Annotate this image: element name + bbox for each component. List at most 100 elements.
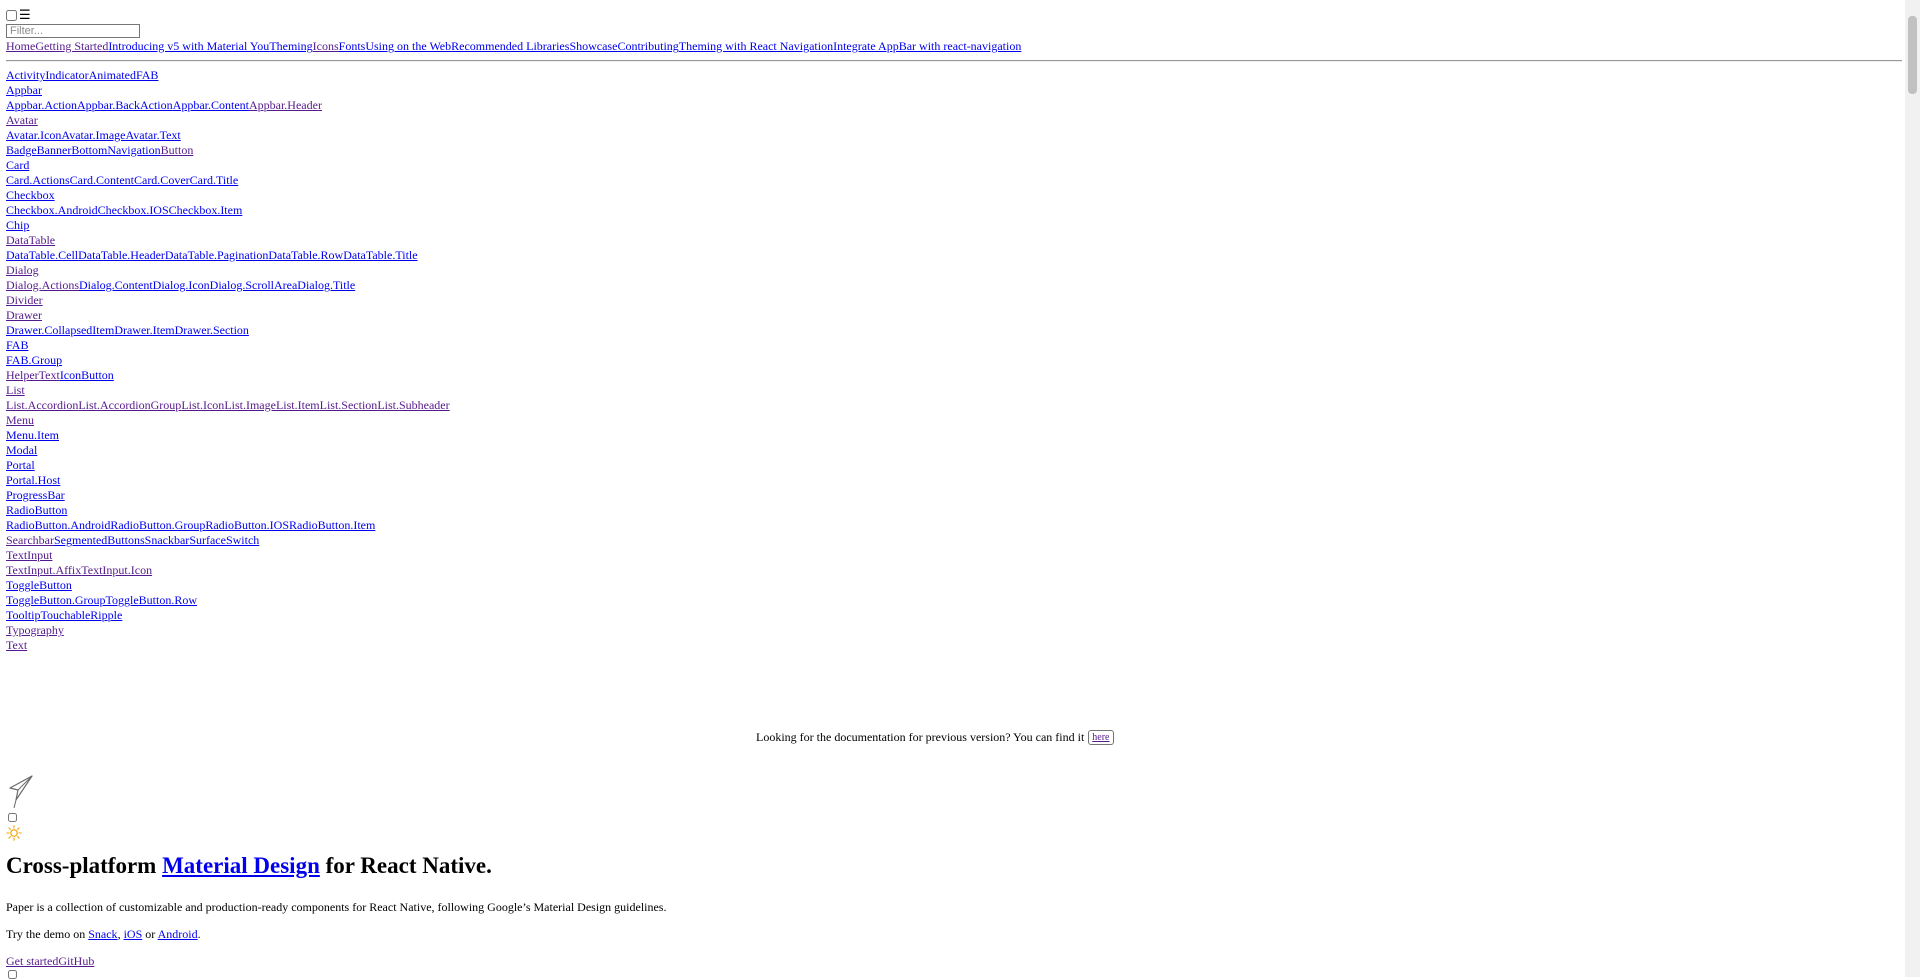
sidebar-item-appbar[interactable]: Appbar: [6, 83, 42, 97]
ios-link[interactable]: iOS: [124, 927, 143, 941]
nav-link-fonts[interactable]: Fonts: [339, 39, 366, 53]
sidebar-item-card-cover[interactable]: Card.Cover: [134, 173, 190, 187]
sidebar-item-card-actions[interactable]: Card.Actions: [6, 173, 70, 187]
nav-link-using-on-the-web[interactable]: Using on the Web: [365, 39, 451, 53]
sidebar-item-togglebutton-row[interactable]: ToggleButton.Row: [106, 593, 198, 607]
nav-link-icons[interactable]: Icons: [313, 39, 339, 53]
get-started-link[interactable]: Get started: [6, 954, 58, 968]
github-link[interactable]: GitHub: [58, 954, 94, 968]
sidebar-item-portal[interactable]: Portal: [6, 458, 35, 472]
sidebar-item-list-subheader[interactable]: List.Subheader: [377, 398, 449, 412]
sidebar-item-checkbox-ios[interactable]: Checkbox.IOS: [98, 203, 169, 217]
sidebar-item-helpertext[interactable]: HelperText: [6, 368, 60, 382]
sidebar-item-dialog-scrollarea[interactable]: Dialog.ScrollArea: [210, 278, 298, 292]
sidebar-item-appbar-backaction[interactable]: Appbar.BackAction: [77, 98, 173, 112]
sidebar-item-menu[interactable]: Menu: [6, 413, 34, 427]
sidebar-item-dialog-content[interactable]: Dialog.Content: [79, 278, 153, 292]
sidebar-item-checkbox-item[interactable]: Checkbox.Item: [169, 203, 243, 217]
sidebar-item-bottomnavigation[interactable]: BottomNavigation: [71, 143, 160, 157]
previous-version-here-button[interactable]: here: [1088, 730, 1114, 745]
sidebar-item-list-section[interactable]: List.Section: [320, 398, 378, 412]
sidebar-item-dialog-title[interactable]: Dialog.Title: [297, 278, 355, 292]
theme-toggle-checkbox[interactable]: [8, 813, 17, 822]
android-link[interactable]: Android: [158, 927, 198, 941]
sidebar-item-datatable-row[interactable]: DataTable.Row: [268, 248, 343, 262]
sidebar-item-drawer-collapseditem[interactable]: Drawer.CollapsedItem: [6, 323, 114, 337]
sidebar-item-dialog[interactable]: Dialog: [6, 263, 39, 277]
sidebar-item-radiobutton-group[interactable]: RadioButton.Group: [110, 518, 205, 532]
sidebar-item-card[interactable]: Card: [6, 158, 29, 172]
sidebar-item-list[interactable]: List: [6, 383, 25, 397]
sidebar-item-list-icon[interactable]: List.Icon: [181, 398, 224, 412]
sidebar-item-textinput[interactable]: TextInput: [6, 548, 52, 562]
sidebar-item-dialog-icon[interactable]: Dialog.Icon: [153, 278, 210, 292]
sidebar-item-segmentedbuttons[interactable]: SegmentedButtons: [54, 533, 145, 547]
sidebar-item-textinput-icon[interactable]: TextInput.Icon: [81, 563, 152, 577]
sidebar-item-togglebutton-group[interactable]: ToggleButton.Group: [6, 593, 106, 607]
sidebar-item-text[interactable]: Text: [6, 638, 27, 652]
sidebar-item-progressbar[interactable]: ProgressBar: [6, 488, 65, 502]
material-design-link[interactable]: Material Design: [162, 853, 320, 878]
sidebar-item-radiobutton-ios[interactable]: RadioButton.IOS: [205, 518, 289, 532]
nav-link-recommended-libraries[interactable]: Recommended Libraries: [451, 39, 569, 53]
sun-icon[interactable]: [6, 825, 22, 841]
sidebar-item-avatar[interactable]: Avatar: [6, 113, 38, 127]
nav-link-theming[interactable]: Theming: [269, 39, 312, 53]
nav-link-showcase[interactable]: Showcase: [569, 39, 617, 53]
sidebar-item-button[interactable]: Button: [161, 143, 194, 157]
nav-link-getting-started[interactable]: Getting Started: [35, 39, 108, 53]
sidebar-item-menu-item[interactable]: Menu.Item: [6, 428, 59, 442]
sidebar-item-tooltip[interactable]: Tooltip: [6, 608, 41, 622]
sidebar-item-chip[interactable]: Chip: [6, 218, 29, 232]
sidebar-item-appbar-action[interactable]: Appbar.Action: [6, 98, 77, 112]
menu-toggle-checkbox[interactable]: [6, 9, 17, 21]
sidebar-item-checkbox-android[interactable]: Checkbox.Android: [6, 203, 98, 217]
sidebar-item-typography[interactable]: Typography: [6, 623, 64, 637]
sidebar-item-surface[interactable]: Surface: [189, 533, 226, 547]
menu-icon[interactable]: ☰: [19, 9, 31, 22]
sidebar-item-dialog-actions[interactable]: Dialog.Actions: [6, 278, 79, 292]
sidebar-item-list-accordion[interactable]: List.Accordion: [6, 398, 78, 412]
sidebar-item-drawer-item[interactable]: Drawer.Item: [114, 323, 174, 337]
sidebar-item-checkbox[interactable]: Checkbox: [6, 188, 55, 202]
sidebar-item-textinput-affix[interactable]: TextInput.Affix: [6, 563, 81, 577]
sidebar-item-avatar-icon[interactable]: Avatar.Icon: [6, 128, 61, 142]
sidebar-item-animatedfab[interactable]: AnimatedFAB: [89, 68, 159, 82]
sidebar-item-fab[interactable]: FAB: [6, 338, 28, 352]
sidebar-item-card-title[interactable]: Card.Title: [190, 173, 239, 187]
sidebar-item-activityindicator[interactable]: ActivityIndicator: [6, 68, 89, 82]
sidebar-item-switch[interactable]: Switch: [226, 533, 259, 547]
scrollbar-thumb[interactable]: [1908, 16, 1917, 94]
sidebar-item-banner[interactable]: Banner: [37, 143, 72, 157]
sidebar-item-list-item[interactable]: List.Item: [276, 398, 320, 412]
sidebar-item-portal-host[interactable]: Portal.Host: [6, 473, 60, 487]
sidebar-item-badge[interactable]: Badge: [6, 143, 37, 157]
sidebar-item-list-image[interactable]: List.Image: [224, 398, 276, 412]
sidebar-item-datatable-cell[interactable]: DataTable.Cell: [6, 248, 78, 262]
sidebar-item-fab-group[interactable]: FAB.Group: [6, 353, 62, 367]
bottom-checkbox[interactable]: [8, 970, 17, 979]
sidebar-item-appbar-header[interactable]: Appbar.Header: [249, 98, 322, 112]
sidebar-item-radiobutton[interactable]: RadioButton: [6, 503, 67, 517]
nav-link-integrate-appbar-with-react-navigation[interactable]: Integrate AppBar with react-navigation: [833, 39, 1021, 53]
sidebar-item-togglebutton[interactable]: ToggleButton: [6, 578, 72, 592]
nav-link-theming-with-react-navigation[interactable]: Theming with React Navigation: [679, 39, 833, 53]
sidebar-item-drawer-section[interactable]: Drawer.Section: [175, 323, 249, 337]
sidebar-item-datatable[interactable]: DataTable: [6, 233, 55, 247]
sidebar-item-avatar-image[interactable]: Avatar.Image: [61, 128, 125, 142]
snack-link[interactable]: Snack: [88, 927, 117, 941]
filter-input[interactable]: [6, 24, 140, 38]
nav-link-introducing-v5-with-material-you[interactable]: Introducing v5 with Material You: [108, 39, 269, 53]
sidebar-item-datatable-pagination[interactable]: DataTable.Pagination: [165, 248, 268, 262]
nav-link-home[interactable]: Home: [6, 39, 35, 53]
sidebar-item-datatable-header[interactable]: DataTable.Header: [78, 248, 165, 262]
sidebar-item-radiobutton-item[interactable]: RadioButton.Item: [289, 518, 375, 532]
sidebar-item-list-accordiongroup[interactable]: List.AccordionGroup: [78, 398, 181, 412]
sidebar-item-drawer[interactable]: Drawer: [6, 308, 42, 322]
nav-link-contributing[interactable]: Contributing: [617, 39, 678, 53]
sidebar-item-card-content[interactable]: Card.Content: [70, 173, 134, 187]
sidebar-item-snackbar[interactable]: Snackbar: [145, 533, 190, 547]
sidebar-item-touchableripple[interactable]: TouchableRipple: [41, 608, 123, 622]
sidebar-item-datatable-title[interactable]: DataTable.Title: [343, 248, 417, 262]
sidebar-item-iconbutton[interactable]: IconButton: [60, 368, 114, 382]
